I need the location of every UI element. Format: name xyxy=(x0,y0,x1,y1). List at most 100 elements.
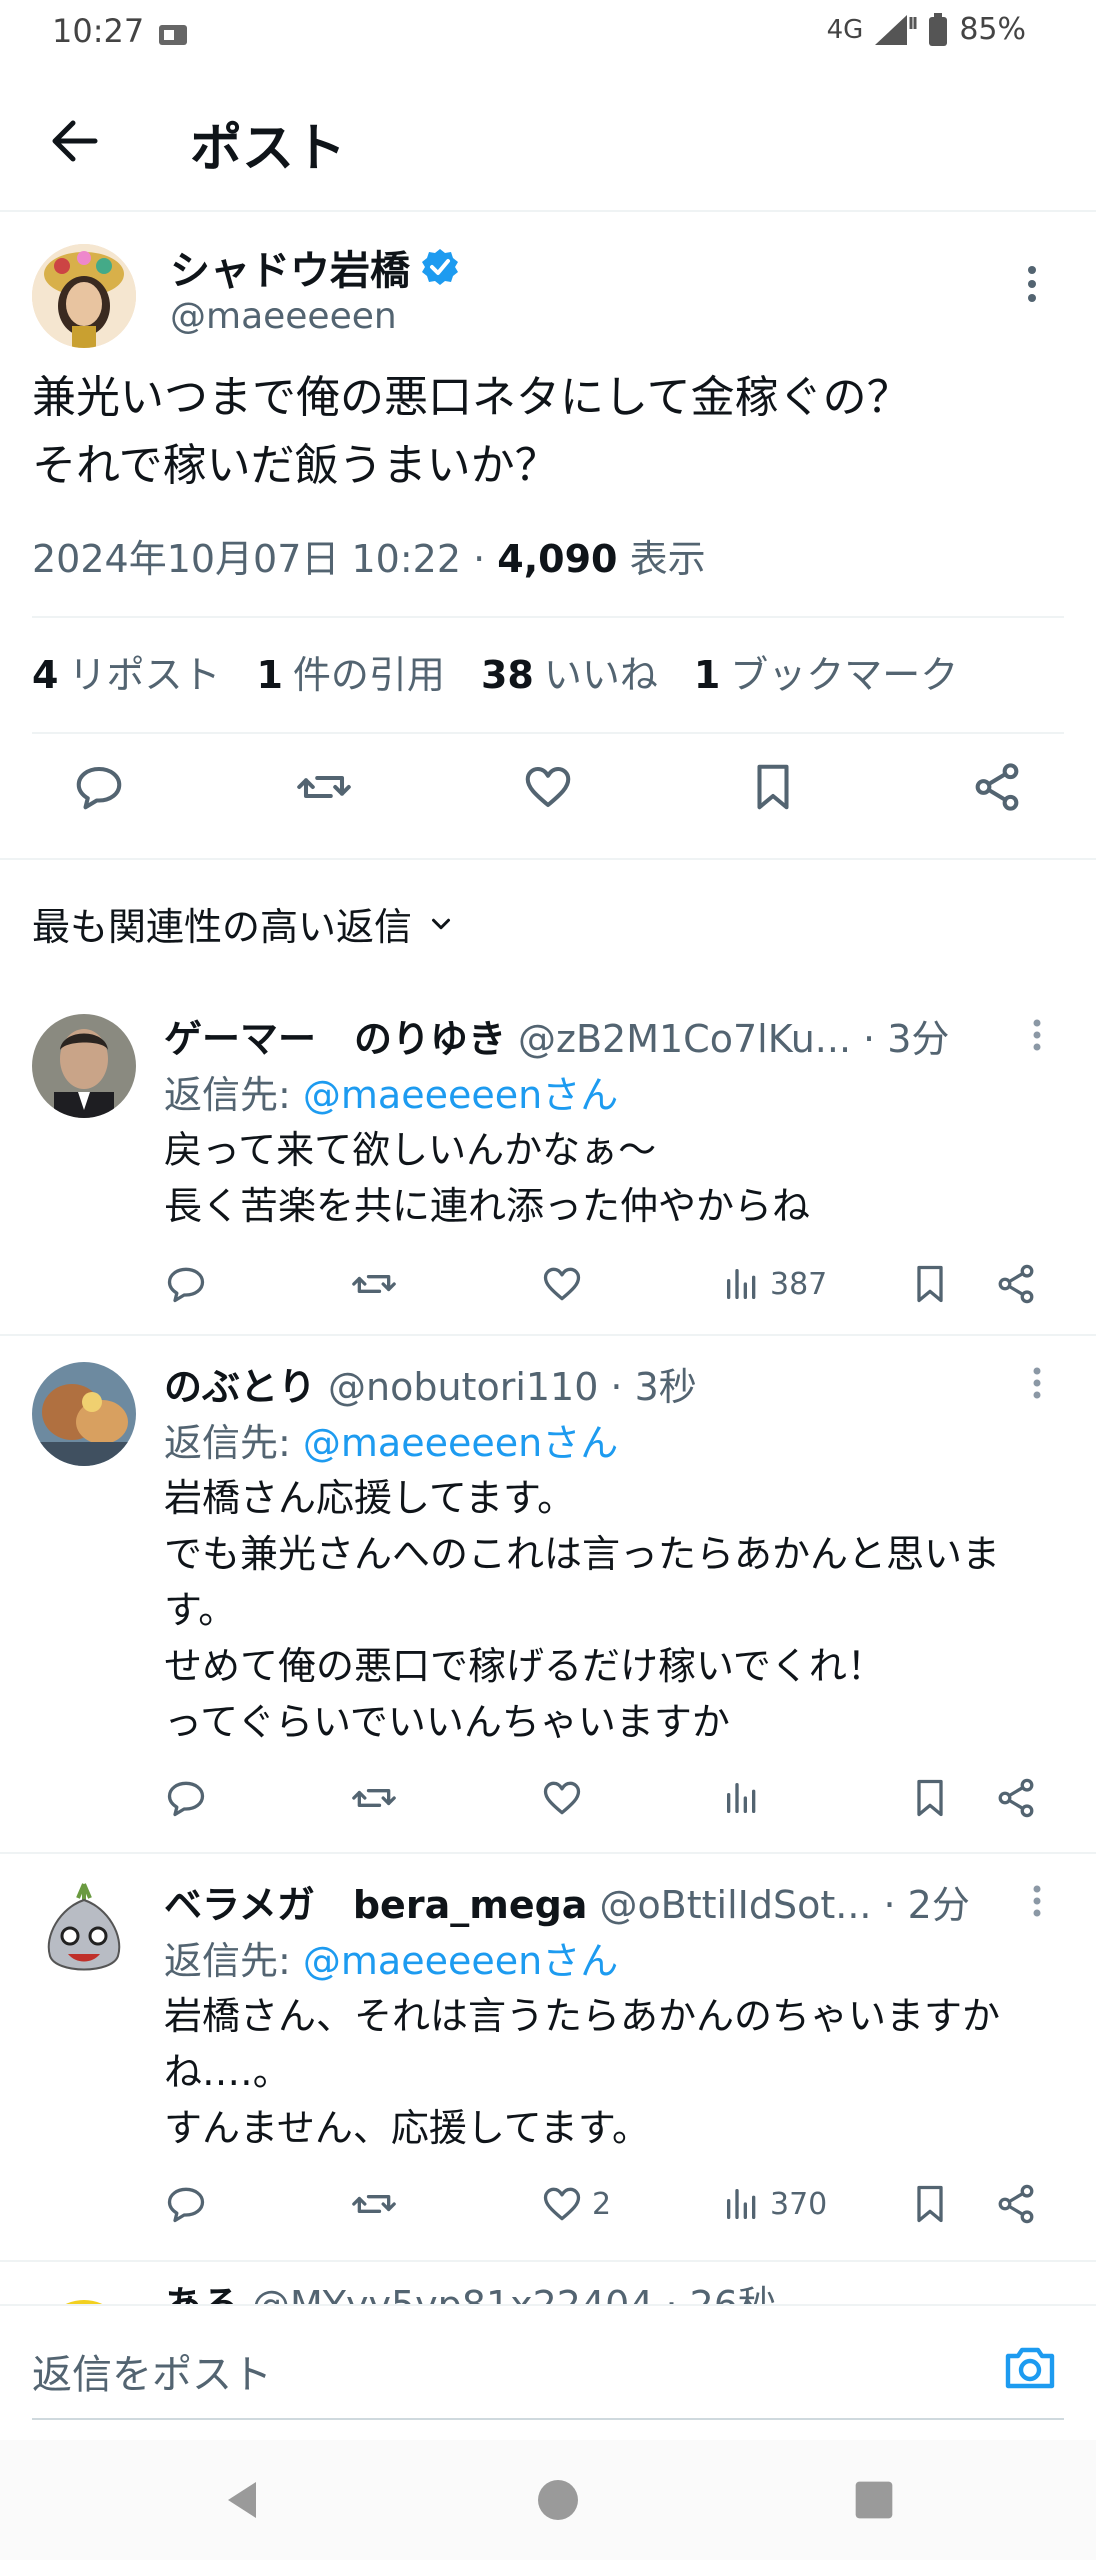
quotes-stat[interactable]: 1 件の引用 xyxy=(256,644,444,699)
reply-author-handle[interactable]: @zB2M1Co7lKu... xyxy=(518,1017,851,1061)
share-icon[interactable] xyxy=(994,2176,1038,2232)
engagement-stats: 4 リポスト 1 件の引用 38 いいね 1 ブックマーク xyxy=(32,644,958,699)
reply-author-name[interactable]: ベラメガ bera_mega xyxy=(164,1874,587,1929)
more-options-icon[interactable] xyxy=(1032,1884,1042,1918)
reply-author-handle[interactable]: @oBttilIdSot... xyxy=(599,1883,871,1927)
avatar[interactable] xyxy=(32,1014,136,1118)
reply-text: 岩橋さん、それは言うたらあかんのちゃいますかね‥‥。 すんません、応援してます。 xyxy=(164,1994,1001,2150)
like-icon[interactable] xyxy=(540,1256,592,1312)
reply-to-line: 返信先: @maeeeeenさん xyxy=(164,1064,618,1119)
recents-nav-icon[interactable] xyxy=(852,2478,896,2522)
reply-item[interactable]: ベラメガ bera_mega @oBttilIdSot... · 2分 返信先:… xyxy=(0,1854,1096,2262)
avatar[interactable] xyxy=(32,1362,136,1466)
sim-card-icon xyxy=(158,24,188,46)
bookmarks-label: ブックマーク xyxy=(730,653,959,697)
reply-icon[interactable] xyxy=(164,1770,208,1826)
repost-icon[interactable] xyxy=(352,2176,396,2232)
reply-author-handle[interactable]: @nobutori110 xyxy=(328,1365,598,1409)
post-action-bar xyxy=(32,760,1064,832)
reply-item[interactable]: ある @MYyv5vp81x22404 · 26秒 xyxy=(0,2262,1096,2304)
quotes-count: 1 xyxy=(256,653,283,697)
divider xyxy=(0,858,1096,860)
reply-input[interactable]: 返信をポスト xyxy=(32,2342,272,2400)
like-count: 2 xyxy=(592,2186,612,2222)
reposts-stat[interactable]: 4 リポスト xyxy=(32,644,220,699)
reply-author-name[interactable]: ある xyxy=(164,2274,240,2304)
back-nav-icon[interactable] xyxy=(218,2476,266,2524)
reply-to-handle[interactable]: @maeeeeenさん xyxy=(303,1939,618,1983)
reply-to-handle[interactable]: @maeeeeenさん xyxy=(303,1421,618,1465)
repost-icon[interactable] xyxy=(352,1770,396,1826)
share-icon[interactable] xyxy=(970,760,1024,832)
reposts-label: リポスト xyxy=(68,653,221,697)
battery-level: 85% xyxy=(959,12,1026,47)
bookmark-icon[interactable] xyxy=(746,760,800,832)
reply-text: 戻って来て欲しいんかなぁ～ 長く苦楽を共に連れ添った仲やからね xyxy=(164,1128,811,1228)
reply-icon[interactable] xyxy=(164,2176,208,2232)
author-handle[interactable]: @maeeeeen xyxy=(170,296,397,337)
reply-author-name[interactable]: のぶとり xyxy=(164,1356,316,1411)
avatar[interactable] xyxy=(32,244,136,348)
reply-item[interactable]: のぶとり @nobutori110 · 3秒 返信先: @maeeeeenさん … xyxy=(0,1336,1096,1854)
share-icon[interactable] xyxy=(994,1770,1038,1826)
signal-icon xyxy=(873,13,917,47)
sort-label: 最も関連性の高い返信 xyxy=(32,905,413,949)
back-arrow-icon[interactable] xyxy=(42,108,108,174)
network-type: 4G xyxy=(826,14,864,45)
battery-icon xyxy=(927,12,949,47)
page-title: ポスト xyxy=(190,119,347,179)
bookmark-icon[interactable] xyxy=(908,2176,952,2232)
like-icon[interactable] xyxy=(540,1770,592,1826)
avatar[interactable] xyxy=(32,2292,136,2304)
bookmark-icon[interactable] xyxy=(908,1770,952,1826)
status-indicators: 4G 85% xyxy=(827,12,1026,47)
system-navigation-bar xyxy=(0,2440,1096,2560)
reply-time: · 3分 xyxy=(863,1017,950,1061)
reply-action-bar xyxy=(164,1770,1044,1826)
reply-action-bar: 2 370 xyxy=(164,2176,1044,2232)
reply-to-label: 返信先: xyxy=(164,1073,291,1117)
reply-to-handle[interactable]: @maeeeeenさん xyxy=(303,1073,618,1117)
view-count: 4,090 xyxy=(497,537,618,581)
reply-item[interactable]: ゲーマー のりゆき @zB2M1Co7lKu... · 3分 返信先: @mae… xyxy=(0,1000,1096,1336)
reply-author-name[interactable]: ゲーマー のりゆき xyxy=(164,1008,506,1063)
views-icon[interactable] xyxy=(722,1770,770,1826)
likes-stat[interactable]: 38 いいね xyxy=(481,644,658,699)
bookmarks-count: 1 xyxy=(693,653,721,697)
views-icon[interactable]: 370 xyxy=(722,2176,827,2232)
verified-badge-icon xyxy=(420,247,460,287)
reply-icon[interactable] xyxy=(164,1256,208,1312)
quotes-label: 件の引用 xyxy=(292,653,445,697)
post-date[interactable]: 2024年10月07日 10:22 xyxy=(32,537,461,581)
bookmarks-stat[interactable]: 1 ブックマーク xyxy=(694,644,958,699)
share-icon[interactable] xyxy=(994,1256,1038,1312)
post-text: 兼光いつまで俺の悪口ネタにして金稼ぐの？ それで稼いだ飯うまいか？ xyxy=(32,372,911,491)
avatar[interactable] xyxy=(32,1878,136,1982)
reply-header: のぶとり @nobutori110 · 3秒 xyxy=(164,1356,697,1411)
reply-action-bar: 387 xyxy=(164,1256,1044,1312)
more-options-icon[interactable] xyxy=(1032,1018,1042,1052)
meta-separator: · xyxy=(473,537,486,581)
reply-to-label: 返信先: xyxy=(164,1939,291,1983)
reply-sort-dropdown[interactable]: 最も関連性の高い返信 xyxy=(32,896,456,951)
reply-author-handle[interactable]: @MYyv5vp81x22404 xyxy=(252,2283,654,2304)
like-icon[interactable]: 2 xyxy=(540,2176,611,2232)
reply-compose-bar: 返信をポスト xyxy=(0,2304,1096,2438)
input-underline xyxy=(32,2418,1064,2420)
more-options-icon[interactable] xyxy=(1032,1366,1042,1400)
camera-icon[interactable] xyxy=(1002,2344,1058,2392)
reply-text: 岩橋さん応援してます。 でも兼光さんへのこれは言ったらあかんと思います。 せめて… xyxy=(164,1476,1001,1744)
bookmark-icon[interactable] xyxy=(908,1256,952,1312)
repost-icon[interactable] xyxy=(296,760,351,832)
views-icon[interactable]: 387 xyxy=(722,1256,827,1312)
repost-icon[interactable] xyxy=(352,1256,396,1312)
like-icon[interactable] xyxy=(521,760,575,832)
home-nav-icon[interactable] xyxy=(534,2476,582,2524)
status-time: 10:27 xyxy=(52,12,145,50)
reply-to-line: 返信先: @maeeeeenさん xyxy=(164,1412,618,1467)
reply-icon[interactable] xyxy=(72,760,126,832)
reply-time: · 2分 xyxy=(883,1883,970,1927)
author-display-name[interactable]: シャドウ岩橋 xyxy=(170,238,410,296)
more-options-icon[interactable] xyxy=(1026,264,1038,304)
author-name[interactable]: シャドウ岩橋 xyxy=(170,238,460,296)
